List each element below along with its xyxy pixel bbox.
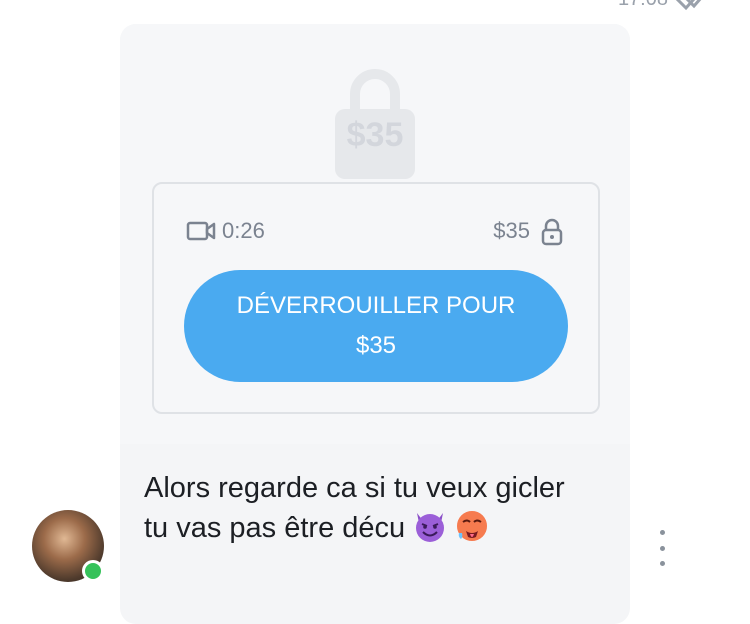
message-timestamp: 17:08 [618,0,668,11]
smiling-devil-emoji [416,513,445,542]
more-options-button[interactable] [650,530,674,566]
unlock-button-label: DÉVERROUILLER POUR [236,292,516,319]
media-price: $35 [493,218,530,243]
unlock-button-price: $35 [355,332,397,359]
more-options-dot [659,545,665,551]
locked-media-info-box: 0:26 $35 DÉVERROUILLER POUR $35 [152,182,600,414]
double-check-icon [675,0,702,11]
locked-media-preview[interactable]: $35 0:26 $35 DÉVERROUILLER POUR $35 [120,24,630,444]
video-camera-icon [186,221,216,241]
online-status-indicator [82,560,104,582]
message-text-line: tu vas pas être décu [144,512,406,544]
video-duration: 0:26 [222,218,265,243]
message-text-line: Alors regarde ca si tu veux gicler [144,472,565,504]
message-text-line-with-emojis: tu vas pas être décu [144,508,624,548]
unlock-button[interactable]: DÉVERROUILLER POUR $35 [184,270,568,382]
lock-icon [541,218,563,246]
locked-price-overlay: $35 [346,116,404,154]
more-options-dot [659,561,665,566]
hot-face-emoji [457,511,488,541]
more-options-dot [659,530,665,535]
message-text: Alors regarde ca si tu veux gicler tu va… [144,468,624,548]
